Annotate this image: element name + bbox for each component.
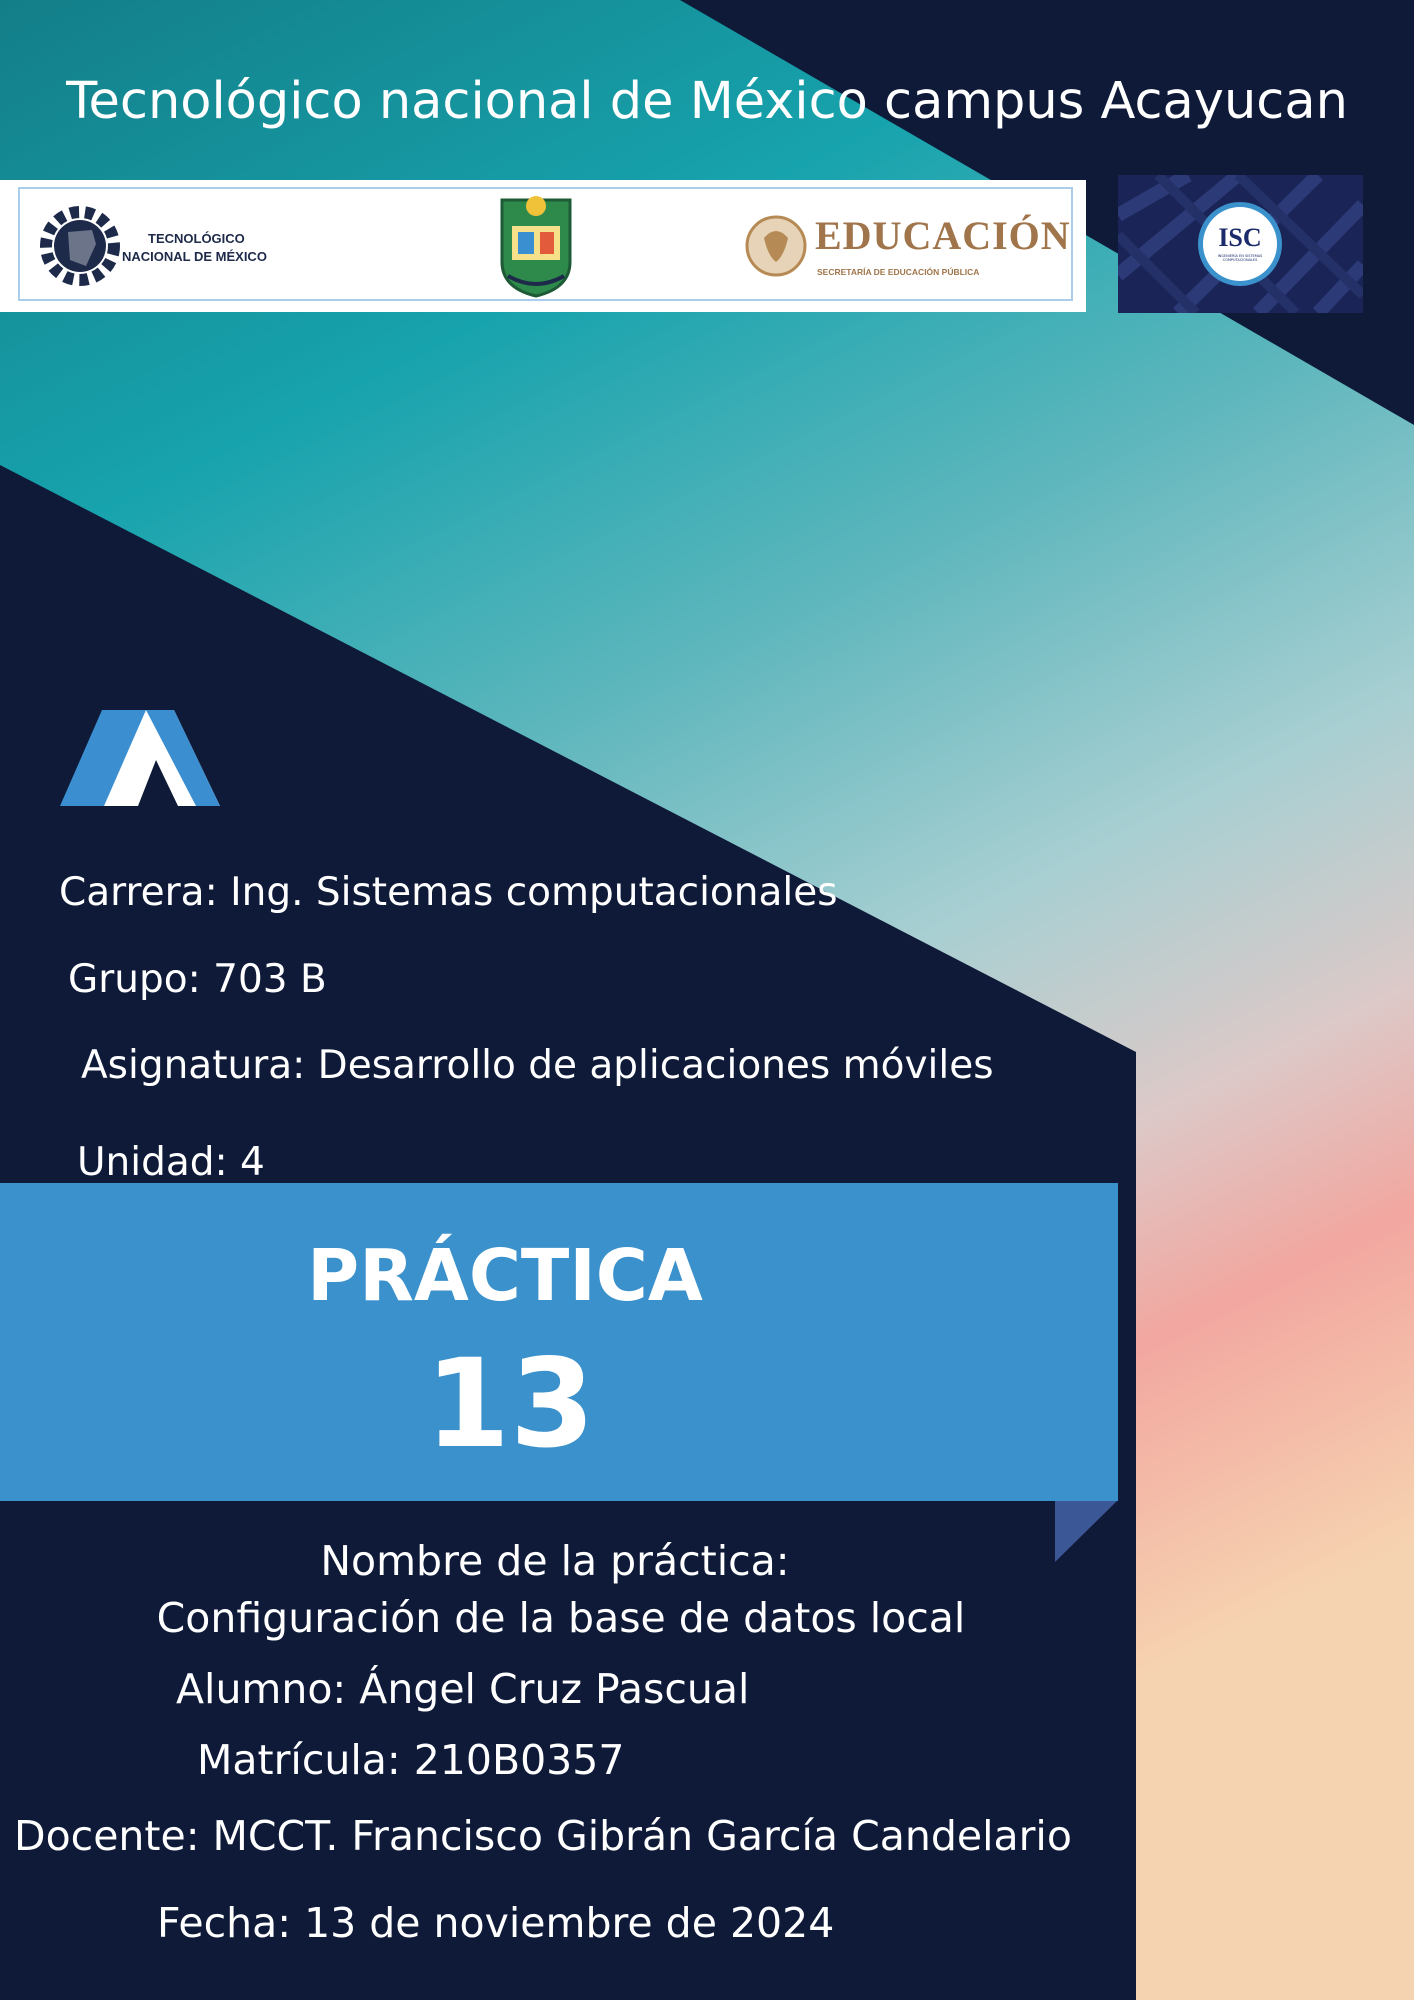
campus-shield-logo [500, 196, 572, 298]
educacion-title: EDUCACIÓN [815, 213, 1071, 258]
tecnm-line1: TECNOLÓGICO [148, 231, 245, 246]
practica-number: 13 [425, 1333, 595, 1475]
tecnm-line2: NACIONAL DE MÉXICO [122, 249, 267, 264]
educacion-subtitle: SECRETARÍA DE EDUCACIÓN PÚBLICA [817, 267, 980, 277]
grupo-text: Grupo: 703 B [68, 957, 327, 1002]
matricula-text: Matrícula: 210B0357 [197, 1736, 625, 1784]
nombre-label: Nombre de la práctica: [320, 1537, 790, 1585]
nombre-value: Configuración de la base de datos local [156, 1594, 966, 1642]
page-title: Tecnológico nacional de México campus Ac… [66, 72, 1348, 131]
isc-caption: INGENIERÍA EN SISTEMAS COMPUTACIONALES [1217, 254, 1263, 262]
fecha-text: Fecha: 13 de noviembre de 2024 [157, 1899, 835, 1947]
carrera-text: Carrera: Ing. Sistemas computacionales [59, 870, 838, 915]
mexico-emblem-logo [745, 215, 807, 277]
practica-label: PRÁCTICA [307, 1234, 703, 1317]
isc-badge-text: ISC [1218, 223, 1262, 252]
asignatura-text: Asignatura: Desarrollo de aplicaciones m… [81, 1043, 994, 1088]
docente-text: Docente: MCCT. Francisco Gibrán García C… [14, 1812, 1072, 1860]
unidad-text: Unidad: 4 [77, 1140, 265, 1185]
alumno-text: Alumno: Ángel Cruz Pascual [176, 1665, 750, 1713]
accent-a-icon [60, 710, 220, 806]
isc-logo-box: ISC INGENIERÍA EN SISTEMAS COMPUTACIONAL… [1118, 175, 1363, 313]
logo-strip: TECNOLÓGICO NACIONAL DE MÉXICO EDUCACIÓN… [0, 180, 1086, 312]
tecnm-gear-logo [40, 206, 120, 286]
